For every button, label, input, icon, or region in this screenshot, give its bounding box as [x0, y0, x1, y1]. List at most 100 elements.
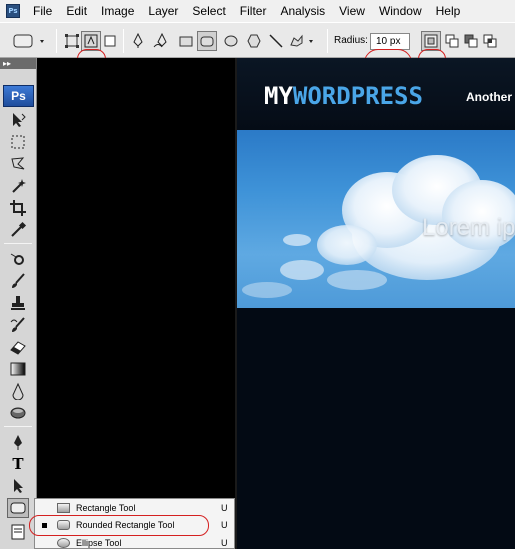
site-logo-my: MY [264, 82, 293, 110]
fill-pixels-button[interactable] [100, 31, 120, 51]
pen-tool[interactable] [7, 432, 29, 452]
marquee-tool[interactable] [7, 132, 29, 152]
blur-drop-icon [12, 382, 24, 400]
menu-analysis[interactable]: Analysis [273, 0, 332, 22]
history-brush-icon [10, 317, 25, 332]
paths-icon [84, 34, 98, 48]
intersect-shape-icon [483, 34, 497, 48]
rounded-rectangle-option[interactable] [197, 31, 217, 51]
path-selection-tool[interactable] [7, 476, 29, 496]
rectangle-tool-icon [57, 503, 70, 513]
polygon-shape-option[interactable] [244, 31, 264, 51]
history-brush-tool[interactable] [7, 315, 29, 335]
brush-icon [12, 273, 25, 288]
line-shape-option[interactable] [266, 31, 286, 51]
paths-button[interactable] [81, 31, 101, 51]
eraser-tool[interactable] [7, 337, 29, 357]
shape-layers-icon [65, 34, 79, 48]
type-tool[interactable]: T [7, 454, 29, 474]
photoshop-logo[interactable]: Ps [3, 85, 34, 107]
menu-window[interactable]: Window [372, 0, 429, 22]
menu-help[interactable]: Help [429, 0, 468, 22]
notes-icon [11, 524, 25, 540]
hero-banner: Lorem ips [237, 130, 515, 308]
flyout-item-shortcut: U [221, 520, 228, 530]
lasso-icon [11, 157, 25, 170]
ellipse-shape-option[interactable] [221, 31, 241, 51]
dodge-tool[interactable] [7, 403, 29, 423]
intersect-shape-areas-button[interactable] [480, 31, 500, 51]
options-bar: Radius: 10 px [0, 22, 515, 79]
healing-brush-tool[interactable] [7, 249, 29, 269]
options-separator [56, 29, 57, 53]
menu-edit[interactable]: Edit [59, 0, 94, 22]
pen-tool-option[interactable] [128, 31, 148, 51]
clone-stamp-icon [11, 296, 25, 310]
flyout-item-label: Ellipse Tool [76, 538, 122, 548]
menu-layer[interactable]: Layer [141, 0, 185, 22]
site-logo: MYWORDPRESS [264, 82, 423, 110]
rounded-rectangle-tool-icon [57, 520, 70, 530]
tool-group-separator [4, 243, 32, 244]
rounded-rectangle-tool[interactable] [7, 498, 29, 518]
ellipse-icon [224, 35, 238, 47]
radius-input[interactable]: 10 px [370, 33, 410, 50]
menu-select[interactable]: Select [185, 0, 232, 22]
eyedropper-tool[interactable] [7, 220, 29, 240]
menu-view[interactable]: View [332, 0, 372, 22]
flyout-item-ellipse-tool[interactable]: Ellipse Tool U [35, 534, 234, 549]
blur-tool[interactable] [7, 381, 29, 401]
flyout-item-shortcut: U [221, 503, 228, 513]
gradient-tool[interactable] [7, 359, 29, 379]
site-logo-wordpress: WORDPRESS [292, 82, 423, 110]
hero-headline: Lorem ips [422, 214, 515, 241]
add-shape-icon [445, 34, 459, 48]
photoshop-app-icon[interactable]: Ps [6, 4, 20, 18]
document-canvas[interactable]: MYWORDPRESS Another Lorem ips [237, 58, 515, 549]
options-separator [327, 29, 328, 53]
eyedropper-icon [11, 221, 27, 237]
radius-label: Radius: [334, 35, 368, 46]
menu-file[interactable]: File [26, 0, 59, 22]
pen-icon [14, 435, 22, 450]
clone-stamp-tool[interactable] [7, 293, 29, 313]
healing-brush-icon [10, 253, 24, 265]
new-shape-layer-icon [424, 34, 438, 48]
notes-tool[interactable] [7, 522, 29, 542]
options-separator [123, 29, 124, 53]
flyout-item-rounded-rectangle-tool[interactable]: Rounded Rectangle Tool U [35, 516, 234, 534]
create-new-shape-layer-button[interactable] [421, 31, 441, 51]
magic-wand-tool[interactable] [7, 176, 29, 196]
crop-icon [10, 200, 26, 216]
rounded-rectangle-icon [200, 36, 214, 47]
move-tool[interactable] [7, 110, 29, 130]
tool-group-separator [4, 426, 32, 427]
line-icon [269, 34, 283, 48]
add-to-shape-area-button[interactable] [442, 31, 462, 51]
rounded-rectangle-tool-icon [10, 502, 26, 514]
rectangle-shape-option[interactable] [176, 31, 196, 51]
fill-pixels-icon [104, 35, 116, 47]
menu-image[interactable]: Image [94, 0, 141, 22]
menu-bar: Ps File Edit Image Layer Select Filter A… [0, 0, 515, 22]
lasso-tool[interactable] [7, 154, 29, 174]
tool-preset-picker[interactable] [10, 31, 48, 51]
custom-shape-option[interactable] [288, 31, 318, 51]
flyout-item-shortcut: U [221, 538, 228, 548]
crop-tool[interactable] [7, 198, 29, 218]
flyout-item-label: Rounded Rectangle Tool [76, 520, 175, 530]
ellipse-tool-icon [57, 538, 70, 548]
freeform-pen-option[interactable] [152, 31, 172, 51]
eraser-icon [10, 341, 26, 355]
move-arrow-icon [13, 113, 26, 127]
site-header: MYWORDPRESS Another [237, 58, 515, 130]
subtract-from-shape-area-button[interactable] [461, 31, 481, 51]
shape-layers-button[interactable] [62, 31, 82, 51]
flyout-item-rectangle-tool[interactable]: Rectangle Tool U [35, 499, 234, 517]
polygon-icon [247, 34, 261, 48]
shape-tool-flyout-menu: Rectangle Tool U Rounded Rectangle Tool … [34, 498, 235, 549]
dodge-icon [10, 407, 26, 419]
menu-filter[interactable]: Filter [233, 0, 274, 22]
brush-tool[interactable] [7, 271, 29, 291]
tools-panel-header[interactable]: ▸▸ [0, 58, 36, 69]
